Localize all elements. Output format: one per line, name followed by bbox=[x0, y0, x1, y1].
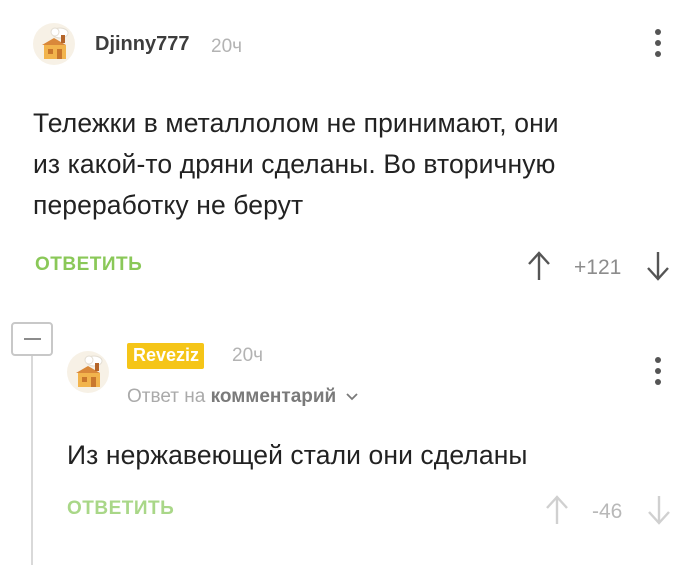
author-badge-username[interactable]: Reveziz bbox=[127, 343, 205, 369]
thread-line bbox=[31, 356, 33, 565]
reply-button[interactable]: ОТВЕТИТЬ bbox=[35, 254, 142, 276]
avatar[interactable] bbox=[30, 22, 78, 66]
arrow-down-icon[interactable] bbox=[646, 250, 670, 282]
comment-text: Тележки в металлолом не принимают, они и… bbox=[33, 103, 683, 226]
more-vertical-icon[interactable] bbox=[651, 357, 665, 385]
comment-text-line: Из нержавеющей стали они сделаны bbox=[67, 440, 528, 470]
comment-text-line: переработку не берут bbox=[33, 190, 304, 220]
username[interactable]: Djinny777 bbox=[95, 33, 189, 56]
reply-to-target: комментарий bbox=[210, 386, 337, 407]
arrow-up-icon[interactable] bbox=[527, 250, 551, 282]
collapse-minus-icon bbox=[24, 338, 41, 340]
collapse-button[interactable] bbox=[11, 322, 53, 356]
rating-value: +121 bbox=[574, 256, 622, 279]
arrow-up-icon[interactable] bbox=[545, 494, 569, 526]
comment-text-line: Тележки в металлолом не принимают, они bbox=[33, 108, 559, 138]
comment-text: Из нержавеющей стали они сделаны bbox=[67, 435, 667, 476]
reply-to-prefix: Ответ на bbox=[127, 386, 206, 407]
arrow-down-icon[interactable] bbox=[647, 494, 671, 526]
chevron-down-icon bbox=[345, 393, 358, 401]
rating-value: -46 bbox=[592, 500, 623, 523]
comment-text-line: из какой-то дряни сделаны. Во вторичную bbox=[33, 149, 556, 179]
comment-time: 20ч bbox=[211, 36, 243, 57]
reply-button[interactable]: ОТВЕТИТЬ bbox=[67, 498, 174, 520]
reply-to-link[interactable]: Ответ на комментарий bbox=[127, 386, 359, 408]
more-vertical-icon[interactable] bbox=[651, 29, 665, 57]
avatar[interactable] bbox=[64, 350, 112, 394]
comment-time: 20ч bbox=[232, 345, 264, 366]
